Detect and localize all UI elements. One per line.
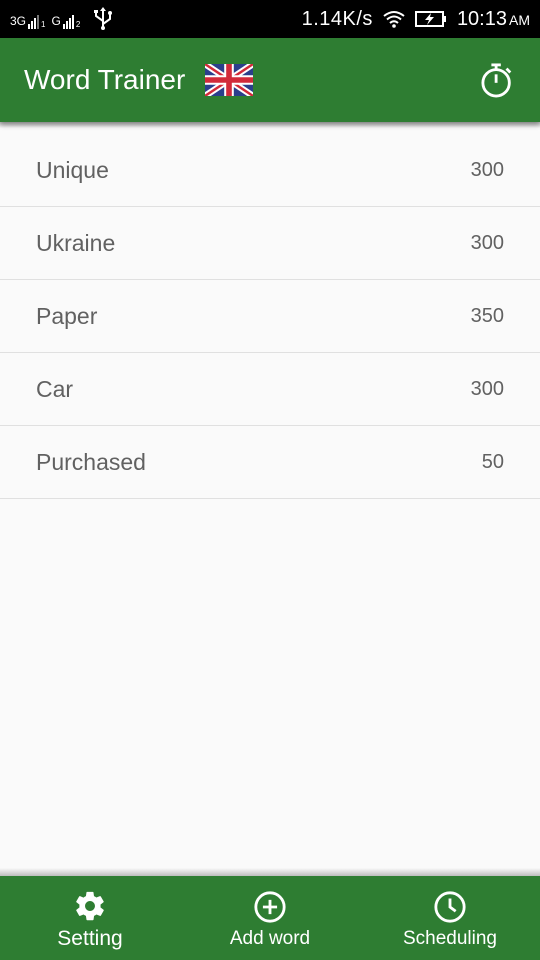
network-type-label: 3G xyxy=(10,14,27,28)
list-item[interactable]: Purchased 50 xyxy=(0,426,540,499)
signal-icon xyxy=(28,13,40,29)
signal-icon xyxy=(62,13,74,29)
word-label: Purchased xyxy=(36,448,146,475)
nav-label: Setting xyxy=(57,927,123,950)
sim-index: 2 xyxy=(75,20,81,29)
nav-label: Scheduling xyxy=(402,928,498,949)
app-bar: Word Trainer xyxy=(0,38,540,122)
wifi-icon xyxy=(383,11,405,28)
uk-flag-icon[interactable] xyxy=(205,64,254,96)
usb-icon xyxy=(94,7,113,30)
status-bar: 3G 1 G 2 1.14K/s 10:13 AM xyxy=(0,0,540,38)
app-bar-shadow xyxy=(0,122,540,128)
gear-icon xyxy=(76,891,104,921)
add-circle-icon xyxy=(254,891,286,923)
word-label: Paper xyxy=(36,302,98,329)
sim-index: 1 xyxy=(41,20,46,29)
word-count: 50 xyxy=(481,450,504,473)
clock-time: 10:13 xyxy=(456,7,507,30)
bottom-nav-shadow xyxy=(0,868,540,876)
list-item[interactable]: Unique 300 xyxy=(0,134,540,207)
word-count: 350 xyxy=(470,304,504,327)
app-title: Word Trainer xyxy=(24,64,186,95)
list-item[interactable]: Paper 350 xyxy=(0,280,540,353)
signal-sim2: G 2 xyxy=(51,9,80,29)
word-label: Ukraine xyxy=(36,229,116,256)
word-count: 300 xyxy=(470,377,504,400)
nav-setting[interactable]: Setting xyxy=(0,876,180,960)
list-item[interactable]: Ukraine 300 xyxy=(0,207,540,280)
word-label: Unique xyxy=(36,156,109,183)
timer-button[interactable] xyxy=(480,60,516,100)
battery-charging-icon xyxy=(414,11,446,27)
word-count: 300 xyxy=(470,158,504,181)
list-item[interactable]: Car 300 xyxy=(0,353,540,426)
word-label: Car xyxy=(36,375,74,402)
nav-scheduling[interactable]: Scheduling xyxy=(360,876,540,960)
word-count: 300 xyxy=(470,231,504,254)
clock-icon xyxy=(434,891,466,923)
word-list: Unique 300 Ukraine 300 Paper 350 Car 300… xyxy=(0,134,540,499)
signal-sim1: 3G 1 xyxy=(10,9,45,29)
status-left: 3G 1 G 2 xyxy=(10,7,114,31)
clock: 10:13 AM xyxy=(457,8,530,31)
status-right: 1.14K/s 10:13 AM xyxy=(302,8,530,31)
nav-label: Add word xyxy=(229,928,311,949)
stopwatch-icon xyxy=(481,63,512,98)
bottom-nav: Setting Add word Scheduling xyxy=(0,876,540,960)
network-type-label: G xyxy=(51,14,61,28)
network-speed: 1.14K/s xyxy=(301,7,373,30)
nav-add-word[interactable]: Add word xyxy=(180,876,360,960)
clock-ampm: AM xyxy=(509,11,530,28)
